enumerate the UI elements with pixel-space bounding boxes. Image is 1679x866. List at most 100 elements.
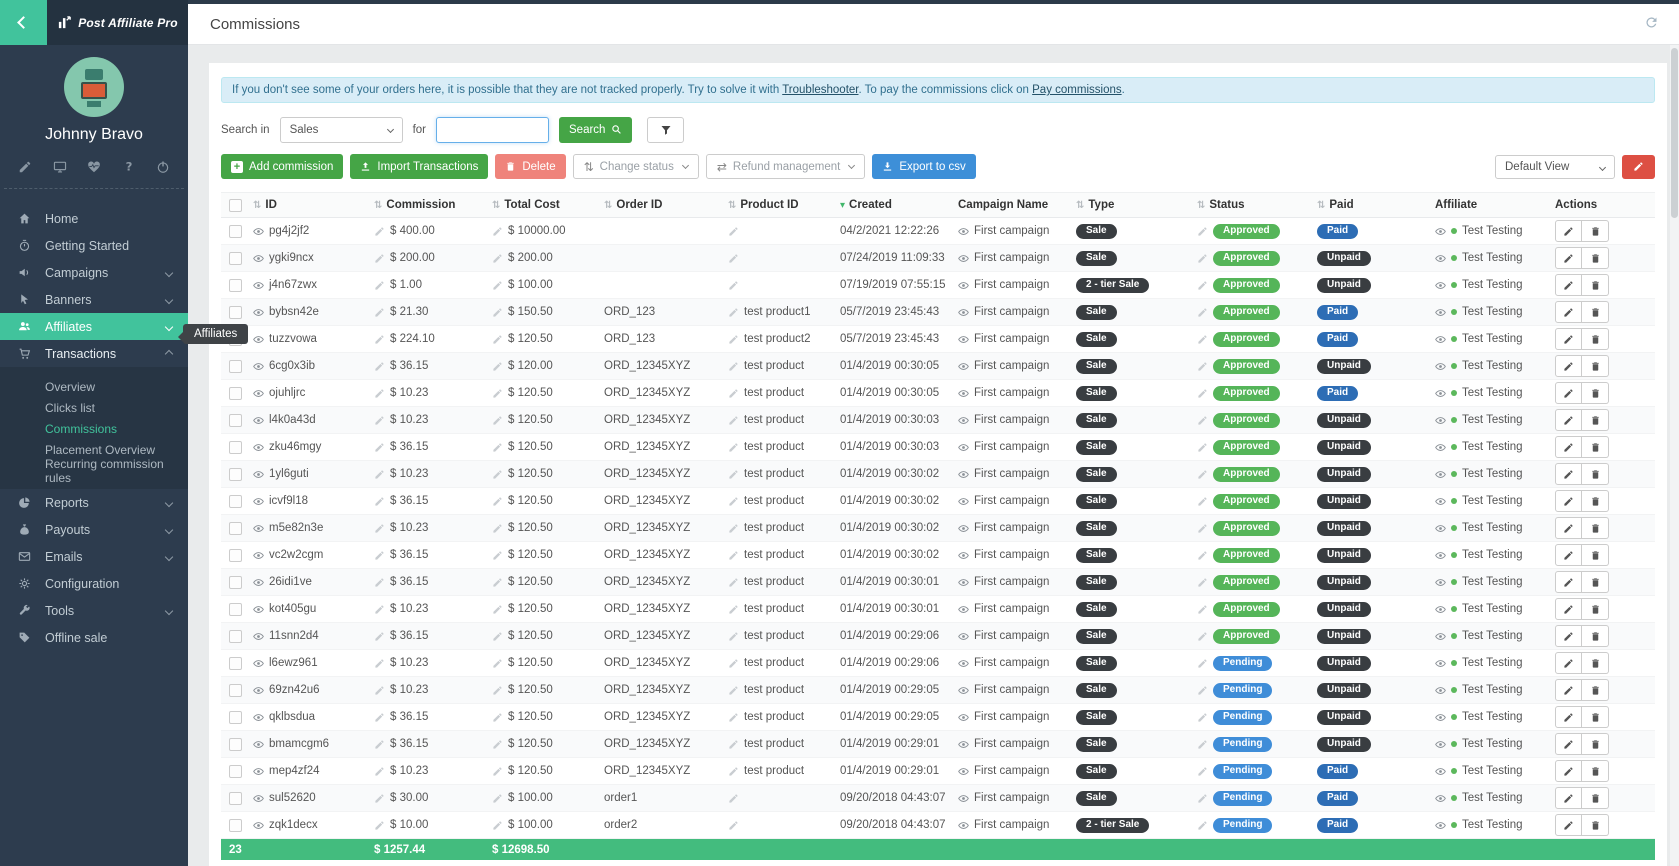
eye-icon[interactable] [253,280,264,291]
row-checkbox[interactable] [229,468,242,481]
display-icon[interactable] [53,160,67,174]
eye-icon[interactable] [253,766,264,777]
pencil-icon[interactable] [492,604,503,615]
eye-icon[interactable] [253,496,264,507]
pencil-icon[interactable] [492,685,503,696]
delete-row-button[interactable] [1582,409,1609,431]
eye-icon[interactable] [958,685,969,696]
eye-icon[interactable] [958,604,969,615]
delete-row-button[interactable] [1582,652,1609,674]
pencil-icon[interactable] [728,631,739,642]
eye-icon[interactable] [253,550,264,561]
eye-icon[interactable] [1435,280,1446,291]
delete-row-button[interactable] [1582,463,1609,485]
delete-row-button[interactable] [1582,274,1609,296]
delete-row-button[interactable] [1582,787,1609,809]
export-csv-button[interactable]: Export to csv [872,154,975,179]
search-input[interactable] [436,117,549,143]
pencil-icon[interactable] [374,739,385,750]
delete-row-button[interactable] [1582,328,1609,350]
eye-icon[interactable] [958,280,969,291]
edit-row-button[interactable] [1555,220,1582,242]
column-header-paid[interactable]: ⇅ Paid [1311,199,1429,211]
pencil-icon[interactable] [374,469,385,480]
sidebar-item-emails[interactable]: Emails [0,543,188,570]
eye-icon[interactable] [1435,253,1446,264]
pencil-icon[interactable] [1197,658,1208,669]
eye-icon[interactable] [958,658,969,669]
row-checkbox[interactable] [229,576,242,589]
eye-icon[interactable] [253,307,264,318]
pencil-icon[interactable] [374,577,385,588]
pencil-icon[interactable] [1197,388,1208,399]
delete-row-button[interactable] [1582,301,1609,323]
eye-icon[interactable] [1435,739,1446,750]
pencil-icon[interactable] [492,631,503,642]
eye-icon[interactable] [1435,361,1446,372]
pencil-icon[interactable] [374,307,385,318]
pencil-icon[interactable] [492,766,503,777]
pencil-icon[interactable] [1197,307,1208,318]
pencil-icon[interactable] [728,415,739,426]
eye-icon[interactable] [253,604,264,615]
sidebar-subitem-overview[interactable]: Overview [0,376,188,397]
pencil-icon[interactable] [728,442,739,453]
eye-icon[interactable] [1435,442,1446,453]
column-header-order-id[interactable]: ⇅ Order ID [598,199,722,211]
eye-icon[interactable] [1435,307,1446,318]
edit-row-button[interactable] [1555,328,1582,350]
view-select[interactable]: Default View [1495,155,1615,179]
sidebar-item-tools[interactable]: Tools [0,597,188,624]
pencil-icon[interactable] [1197,604,1208,615]
row-checkbox[interactable] [229,414,242,427]
edit-row-button[interactable] [1555,733,1582,755]
pencil-icon[interactable] [492,820,503,831]
pencil-icon[interactable] [492,523,503,534]
pencil-icon[interactable] [728,388,739,399]
pencil-icon[interactable] [1197,739,1208,750]
filter-button[interactable] [647,117,684,143]
eye-icon[interactable] [253,712,264,723]
pencil-icon[interactable] [1197,523,1208,534]
eye-icon[interactable] [1435,577,1446,588]
delete-row-button[interactable] [1582,814,1609,836]
eye-icon[interactable] [958,577,969,588]
refund-management-button[interactable]: ⇄ Refund management [706,154,865,179]
pencil-icon[interactable] [374,793,385,804]
pencil-icon[interactable] [492,496,503,507]
row-checkbox[interactable] [229,360,242,373]
delete-row-button[interactable] [1582,625,1609,647]
row-checkbox[interactable] [229,738,242,751]
edit-row-button[interactable] [1555,409,1582,431]
pencil-icon[interactable] [374,415,385,426]
delete-row-button[interactable] [1582,382,1609,404]
column-header-status[interactable]: ⇅ Status [1191,199,1311,211]
column-header-campaign-name[interactable]: Campaign Name [952,199,1070,211]
column-header-total-cost[interactable]: ⇅ Total Cost [486,199,598,211]
eye-icon[interactable] [253,685,264,696]
eye-icon[interactable] [1435,766,1446,777]
edit-row-button[interactable] [1555,571,1582,593]
edit-row-button[interactable] [1555,598,1582,620]
pencil-icon[interactable] [728,280,739,291]
pencil-icon[interactable] [374,523,385,534]
pay-commissions-link[interactable]: Pay commissions [1032,84,1121,96]
row-checkbox[interactable] [229,684,242,697]
eye-icon[interactable] [958,469,969,480]
eye-icon[interactable] [253,388,264,399]
eye-icon[interactable] [1435,523,1446,534]
delete-row-button[interactable] [1582,679,1609,701]
search-button[interactable]: Search [559,117,632,143]
eye-icon[interactable] [958,820,969,831]
pencil-icon[interactable] [492,793,503,804]
edit-row-button[interactable] [1555,679,1582,701]
edit-row-button[interactable] [1555,274,1582,296]
collapse-sidebar-button[interactable] [0,0,47,45]
sidebar-subitem-clicks-list[interactable]: Clicks list [0,397,188,418]
eye-icon[interactable] [1435,496,1446,507]
column-header-id[interactable]: ⇅ ID [247,199,368,211]
eye-icon[interactable] [1435,226,1446,237]
search-in-select[interactable]: Sales [280,117,403,143]
row-checkbox[interactable] [229,819,242,832]
sidebar-item-banners[interactable]: Banners [0,286,188,313]
